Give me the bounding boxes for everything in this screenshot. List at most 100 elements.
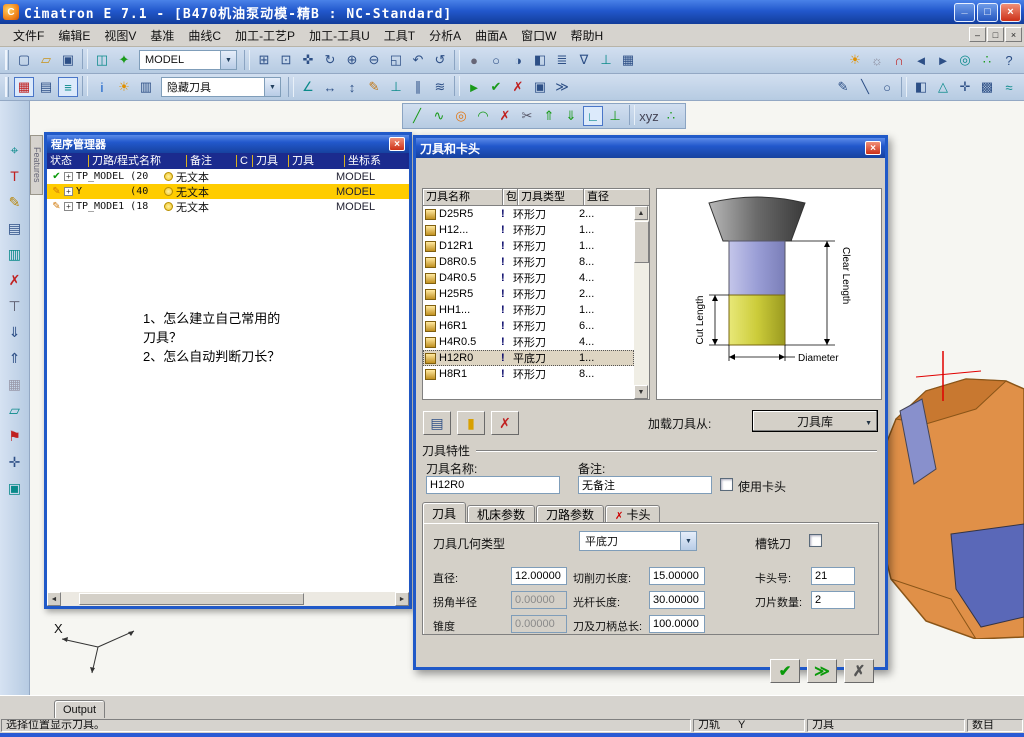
save-icon[interactable]: ▣ (58, 50, 78, 70)
close-icon[interactable] (865, 141, 881, 155)
text-tool-icon[interactable]: T (5, 166, 25, 186)
menu-item[interactable]: 分析A (422, 25, 468, 46)
dialog-titlebar[interactable]: 刀具和卡头 (416, 138, 885, 158)
layers-icon[interactable]: ≣ (552, 50, 572, 70)
menu-item[interactable]: 帮助H (563, 25, 610, 46)
load-model-icon[interactable]: ◫ (92, 50, 112, 70)
menu-item[interactable]: 曲线C (181, 25, 228, 46)
normal-check-icon[interactable]: ⊥ (386, 77, 406, 97)
menu-item[interactable]: 视图V (97, 25, 143, 46)
tool-row[interactable]: H4R0.5 ! 环形刀 4... (423, 334, 634, 350)
tab-toolpath-params[interactable]: 刀路参数 (536, 505, 605, 523)
display-filter-icon[interactable]: ∇ (574, 50, 594, 70)
close-button[interactable] (1000, 2, 1021, 22)
delete-icon[interactable]: ✗ (495, 106, 515, 126)
grid-icon[interactable]: ▦ (5, 374, 25, 394)
xyz-coords-icon[interactable]: xyz (639, 106, 659, 126)
column-header[interactable]: 刀具 (253, 155, 289, 167)
ucs-icon[interactable]: ⊥ (596, 50, 616, 70)
circle-icon[interactable]: ◎ (451, 106, 471, 126)
surface-analysis-icon[interactable]: ≋ (430, 77, 450, 97)
menu-item[interactable]: 窗口W (514, 25, 563, 46)
holder-library-button[interactable]: ▮ (457, 411, 485, 435)
magnet-icon[interactable]: ∩ (889, 50, 909, 70)
mesh-icon[interactable]: △ (933, 77, 953, 97)
maximize-button[interactable] (977, 2, 998, 22)
program-row[interactable]: ✎ Y (40 无文本 MODEL (47, 184, 409, 199)
scroll-down-icon[interactable] (634, 385, 648, 399)
process-table-icon[interactable]: ▤ (36, 77, 56, 97)
axes-icon[interactable]: ✛ (5, 452, 25, 472)
hide-tool-combo[interactable]: 隐藏刀具 (161, 77, 281, 97)
zoom-fit-icon[interactable]: ◱ (386, 50, 406, 70)
note-input[interactable] (578, 476, 712, 494)
report-icon[interactable]: ▥ (136, 77, 156, 97)
tool-row[interactable]: H25R5 ! 环形刀 2... (423, 286, 634, 302)
tool-manager-icon[interactable]: ≡ (58, 77, 78, 97)
diameter-input[interactable] (511, 567, 567, 585)
menu-item[interactable]: 加工-工艺P (228, 25, 302, 46)
annotate-icon[interactable]: ✎ (364, 77, 384, 97)
toolbar-grip[interactable] (5, 77, 9, 97)
simulate-icon[interactable]: ► (464, 77, 484, 97)
table-icon[interactable]: ▣ (5, 478, 25, 498)
solid-icon[interactable]: ◧ (911, 77, 931, 97)
info-icon[interactable]: i (92, 77, 112, 97)
model-combo[interactable]: MODEL (139, 50, 237, 70)
plane-icon[interactable]: ▱ (5, 400, 25, 420)
program-row[interactable]: ✔ TP_MODEL (20 无文本 MODEL (47, 169, 409, 184)
zoom-in-icon[interactable]: ⊕ (342, 50, 362, 70)
tool-row[interactable]: H8R1 ! 环形刀 8... (423, 366, 634, 382)
line-tool-icon[interactable]: ╲ (855, 77, 875, 97)
sketch-icon[interactable]: ✎ (833, 77, 853, 97)
program-manager-body[interactable]: ✔ TP_MODEL (20 无文本 MODEL ✎ Y (40 无文本 MOD… (47, 169, 409, 606)
tree-expand-icon[interactable] (64, 172, 73, 181)
circle-tool-icon[interactable]: ○ (877, 77, 897, 97)
chevron-down-icon[interactable] (264, 78, 280, 96)
wireframe-display-icon[interactable]: ○ (486, 50, 506, 70)
refresh-model-icon[interactable]: ✦ (114, 50, 134, 70)
chevron-down-icon[interactable] (220, 51, 236, 69)
tab-holder[interactable]: 卡头 (605, 505, 661, 523)
output-tab[interactable]: Output (54, 700, 106, 719)
cancel-button[interactable]: ✗ (844, 659, 874, 683)
column-header[interactable]: 刀路/程式名称 (89, 155, 187, 167)
column-header[interactable]: 刀具名称 (423, 189, 503, 206)
tool-row[interactable]: H12... ! 环形刀 1... (423, 222, 634, 238)
toolbar-grip[interactable] (5, 50, 9, 70)
column-header[interactable]: 坐标系 (345, 155, 409, 167)
shank-length-input[interactable] (649, 591, 705, 609)
menu-item[interactable]: 基准 (143, 25, 181, 46)
program-row[interactable]: ✎ TP_MODE1 (18 无文本 MODEL (47, 199, 409, 214)
geometry-type-combo[interactable]: 平底刀 (579, 531, 697, 551)
redraw-icon[interactable]: ↺ (430, 50, 450, 70)
corner-icon[interactable]: ∟ (583, 106, 603, 126)
tool-name-input[interactable] (426, 476, 560, 494)
tool-row[interactable]: D12R1 ! 环形刀 1... (423, 238, 634, 254)
scrollbar-thumb[interactable] (634, 221, 649, 263)
column-header[interactable]: 备注 (187, 155, 237, 167)
post-process-icon[interactable]: ≫ (552, 77, 572, 97)
menu-item[interactable]: 编辑E (51, 25, 97, 46)
target-icon[interactable]: ◎ (955, 50, 975, 70)
section-icon[interactable]: ◧ (530, 50, 550, 70)
menu-item[interactable]: 工具T (377, 25, 422, 46)
tree-expand-icon[interactable] (64, 187, 73, 196)
grid-icon[interactable]: ▦ (618, 50, 638, 70)
column-header[interactable]: 刀具 (289, 155, 345, 167)
scroll-up-icon[interactable] (634, 206, 648, 220)
hatch-icon[interactable]: ▩ (977, 77, 997, 97)
program-manager-icon[interactable]: ▦ (14, 77, 34, 97)
column-header[interactable]: 直径 (584, 189, 649, 206)
tree-expand-icon[interactable] (64, 202, 73, 211)
light-on-icon[interactable]: ☀ (845, 50, 865, 70)
axes-icon[interactable]: ✛ (955, 77, 975, 97)
stop-icon[interactable]: ✗ (508, 77, 528, 97)
parallel-icon[interactable]: ∥ (408, 77, 428, 97)
light-off-icon[interactable]: ☼ (867, 50, 887, 70)
extend-down-icon[interactable]: ⇓ (561, 106, 581, 126)
show-hide-icon[interactable]: ☀ (114, 77, 134, 97)
help-icon[interactable]: ? (999, 50, 1019, 70)
spline-icon[interactable]: ∿ (429, 106, 449, 126)
total-length-input[interactable] (649, 615, 705, 633)
